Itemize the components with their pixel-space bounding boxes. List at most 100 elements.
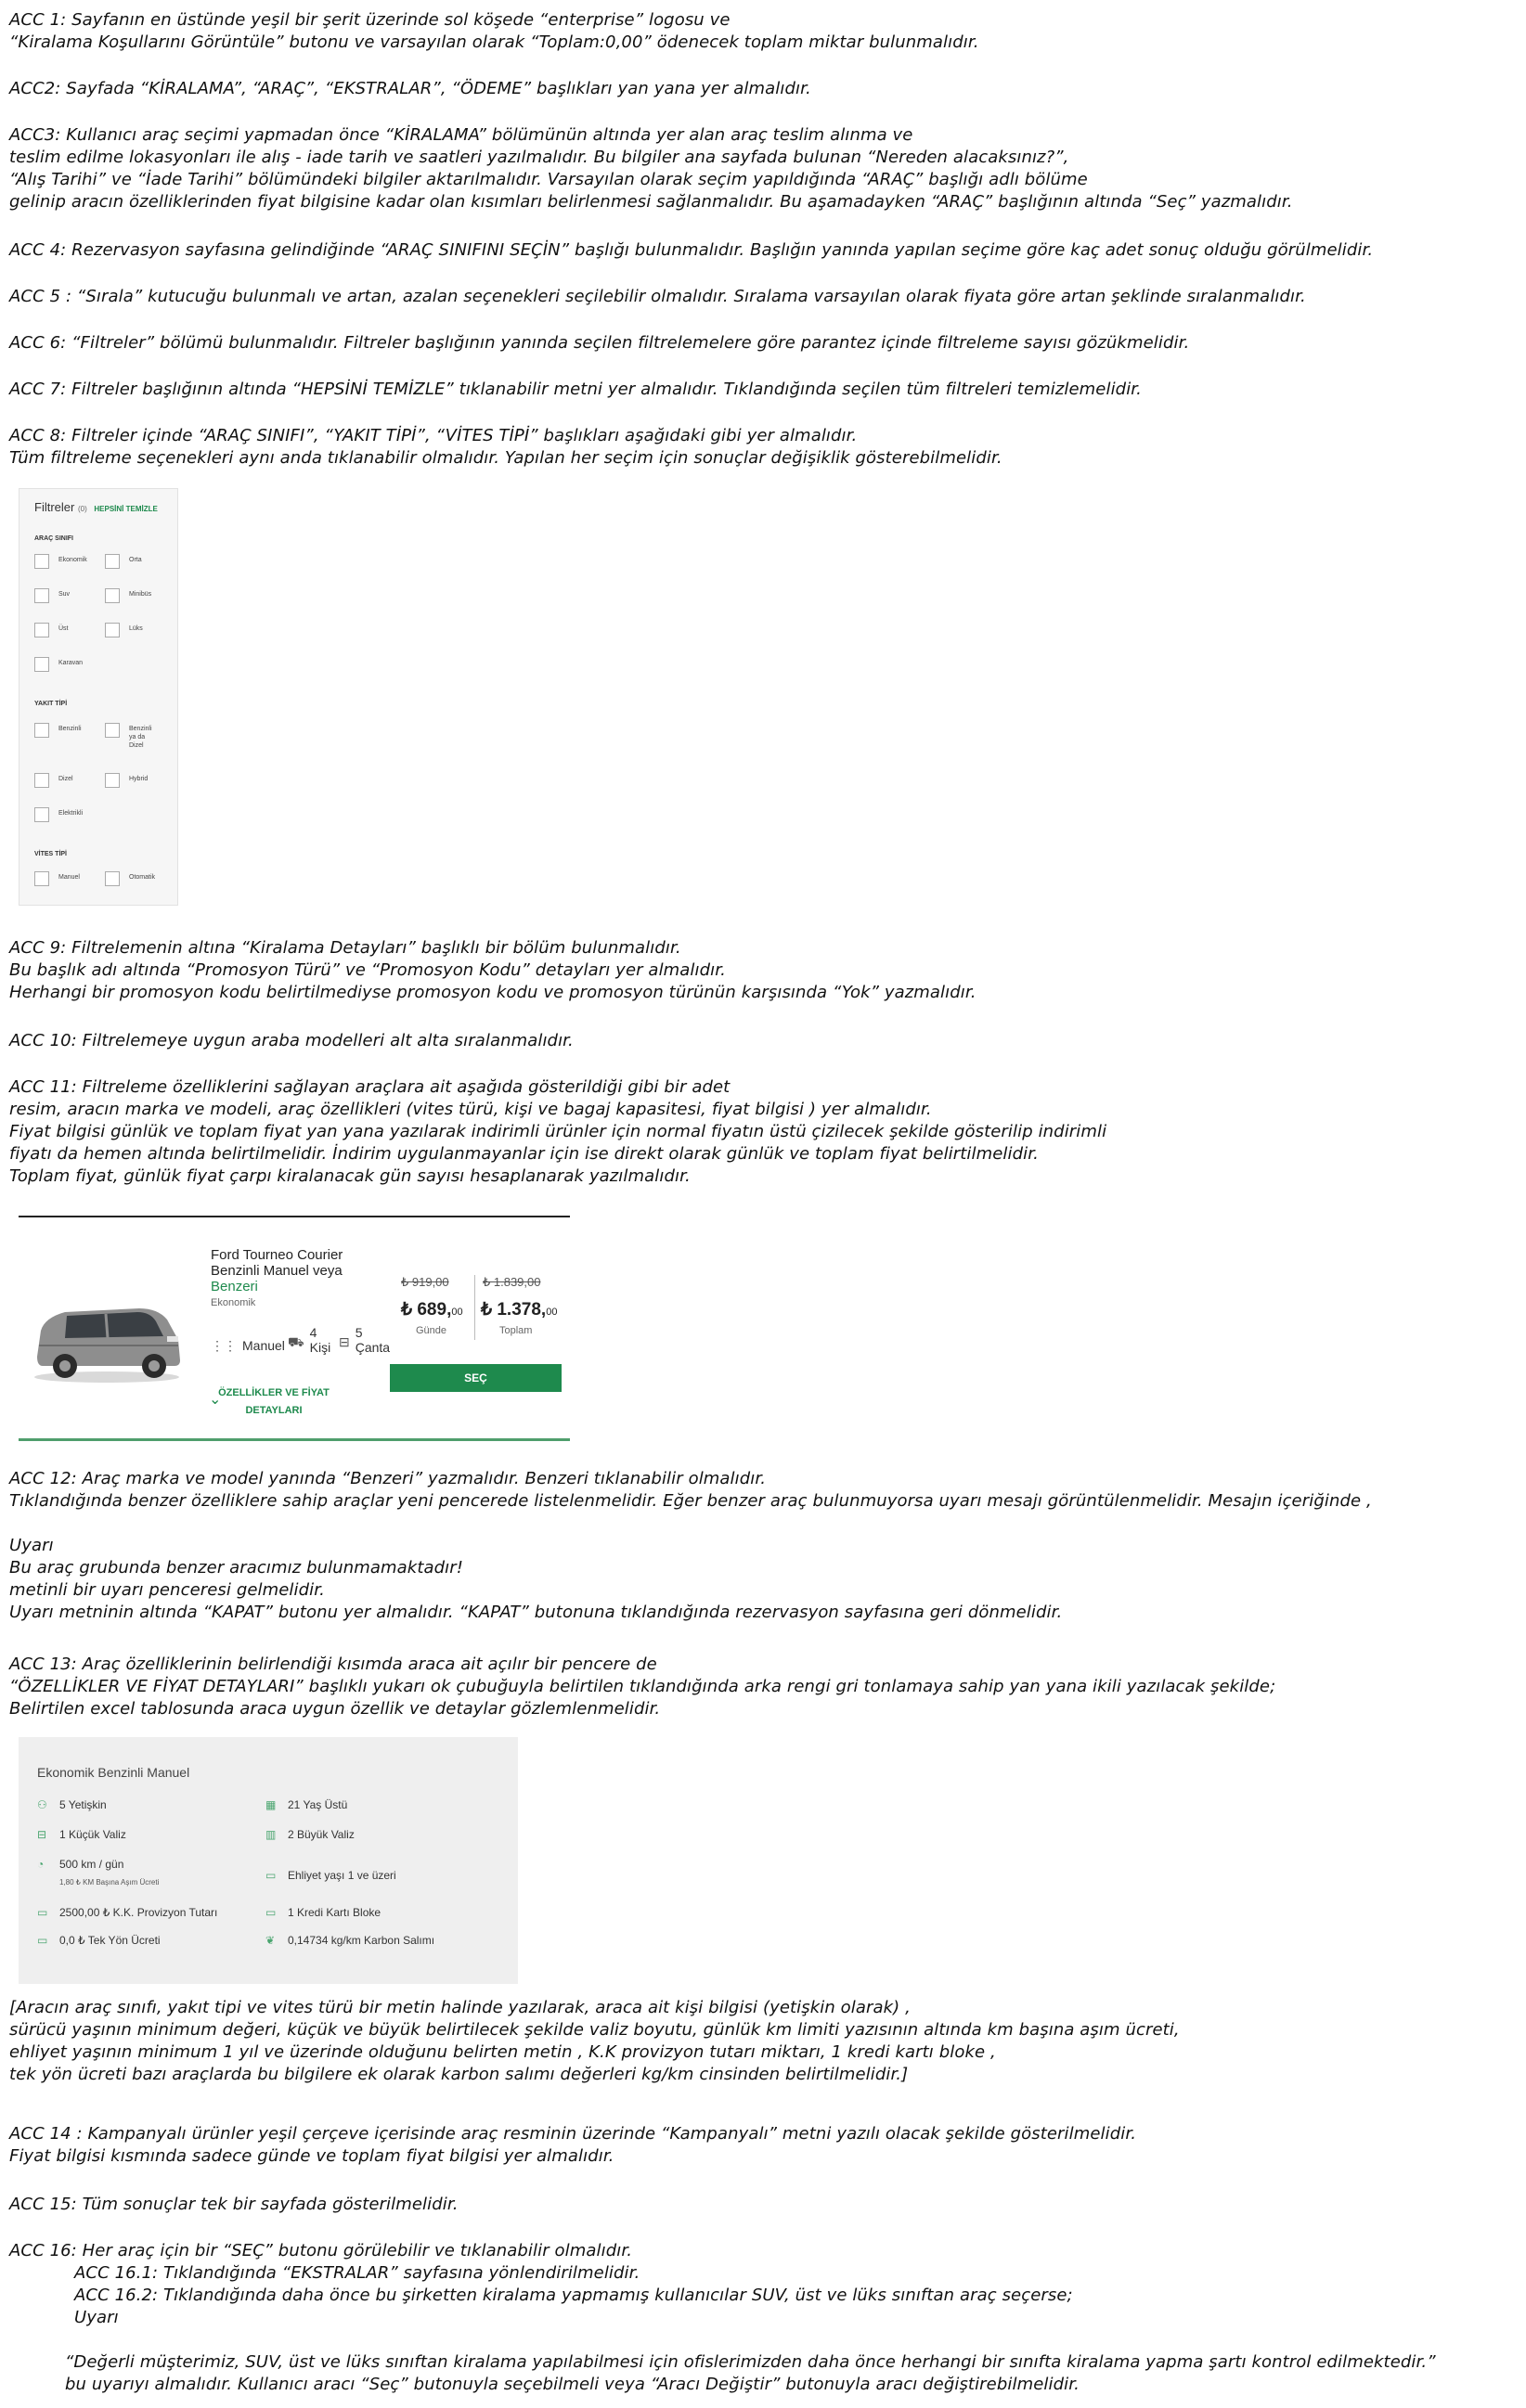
checkbox[interactable] bbox=[105, 623, 120, 637]
filter-option-orta[interactable]: Orta bbox=[105, 554, 142, 569]
acc-3-line-2: teslim edilme lokasyonları ile alış - ia… bbox=[9, 148, 1069, 167]
filter-title: Filtreler bbox=[34, 500, 75, 514]
daily-new-price: ₺ 689,00 bbox=[401, 1299, 463, 1320]
small-bag-item: ⊟ 1 Küçük Valiz bbox=[37, 1828, 126, 1841]
filter-option-benzinli-ya-da-dizel[interactable]: Benzinli ya da Dizel bbox=[105, 723, 155, 750]
acc-1-line-1: ACC 1: Sayfanın en üstünde yeşil bir şer… bbox=[9, 10, 731, 30]
checkbox[interactable] bbox=[34, 773, 49, 788]
km-limit-item: ◔ 500 km / gün 1,80 ₺ KM Başına Aşım Ücret… bbox=[37, 1858, 159, 1886]
checkbox[interactable] bbox=[105, 773, 120, 788]
acc-3-line-4: gelinip aracın özelliklerinden fiyat bil… bbox=[9, 192, 1293, 212]
acc-9-line-1: ACC 9: Filtrelemenin altına “Kiralama De… bbox=[9, 938, 681, 958]
features-and-price-details-toggle[interactable]: ÖZELLİKLER VE FİYAT DETAYLARI bbox=[204, 1384, 343, 1420]
checkbox[interactable] bbox=[34, 554, 49, 569]
daily-old-price: ₺ 919,00 bbox=[401, 1275, 449, 1289]
acc-3: ACC3: Kullanıcı araç seçimi yapmadan önc… bbox=[9, 124, 1507, 213]
gear-shift-icon: ⋮⋮ bbox=[211, 1338, 237, 1353]
car-name-line-1: Ford Tourneo Courier bbox=[211, 1247, 343, 1263]
similar-link[interactable]: Benzeri bbox=[211, 1279, 258, 1294]
filter-option-ekonomik[interactable]: Ekonomik bbox=[34, 554, 87, 569]
license-text: Ehliyet yaşı 1 ve üzeri bbox=[288, 1869, 396, 1882]
clear-all-filters-link[interactable]: HEPSİNİ TEMİZLE bbox=[94, 505, 157, 513]
acc-9: ACC 9: Filtrelemenin altına “Kiralama De… bbox=[9, 937, 1507, 1004]
bags-text: 5 Çanta bbox=[356, 1325, 390, 1355]
filter-option-dizel[interactable]: Dizel bbox=[34, 773, 73, 788]
license-item: ▭ Ehliyet yaşı 1 ve üzeri bbox=[265, 1869, 396, 1882]
age-item: ▦ 21 Yaş Üstü bbox=[265, 1798, 347, 1811]
filter-option-benzinli[interactable]: Benzinli bbox=[34, 723, 82, 738]
daily-new-price-main: ₺ 689, bbox=[401, 1300, 452, 1320]
filter-option-ust[interactable]: Üst bbox=[34, 623, 69, 637]
filter-header: Filtreler (0) HEPSİNİ TEMİZLE bbox=[34, 500, 158, 514]
acc-3-line-3: “Alış Tarihi” ve “İade Tarihi” bölümünde… bbox=[9, 170, 1088, 189]
acc-12-line-6: Uyarı metninin altında “KAPAT” butonu ye… bbox=[9, 1603, 1063, 1622]
acc-13: ACC 13: Araç özelliklerinin belirlendiği… bbox=[9, 1654, 1507, 1720]
option-label: Elektrikli bbox=[58, 810, 84, 817]
checkbox[interactable] bbox=[105, 588, 120, 603]
car-class-label: Ekonomik bbox=[211, 1297, 256, 1308]
acc-1: ACC 1: Sayfanın en üstünde yeşil bir şer… bbox=[9, 9, 1507, 54]
filter-panel: Filtreler (0) HEPSİNİ TEMİZLE ARAÇ SINIF… bbox=[19, 488, 178, 906]
checkbox[interactable] bbox=[34, 623, 49, 637]
acc-13-note-line-4: tek yön ücreti bazı araçlarda bu bilgile… bbox=[9, 2065, 909, 2084]
acc-5-line-1: ACC 5 : “Sırala” kutucuğu bulunmalı ve a… bbox=[9, 287, 1306, 306]
acc-15-line-1: ACC 15: Tüm sonuçlar tek bir sayfada gös… bbox=[9, 2195, 459, 2214]
car-name: Ford Tourneo Courier Benzinli Manuel vey… bbox=[211, 1247, 343, 1279]
gear-type-heading: VİTES TİPİ bbox=[34, 851, 68, 857]
option-label: Dizel bbox=[58, 776, 73, 782]
filter-option-elektrikli[interactable]: Elektrikli bbox=[34, 807, 83, 822]
acc-3-line-1: ACC3: Kullanıcı araç seçimi yapmadan önc… bbox=[9, 125, 913, 145]
checkbox[interactable] bbox=[34, 871, 49, 886]
acc-11-line-3: Fiyat bilgisi günlük ve toplam fiyat yan… bbox=[9, 1122, 1107, 1141]
acc-14-line-2: Fiyat bilgisi kısmında sadece günde ve t… bbox=[9, 2146, 614, 2166]
gear-feature: ⋮⋮ Manuel bbox=[211, 1338, 285, 1354]
acc-12-line-1: ACC 12: Araç marka ve model yanında “Ben… bbox=[9, 1469, 767, 1488]
car-name-line-2: Benzinli Manuel veya bbox=[211, 1263, 343, 1279]
big-bag-text: 2 Büyük Valiz bbox=[288, 1828, 355, 1841]
calendar-icon: ▦ bbox=[265, 1798, 277, 1811]
acc-4-line-1: ACC 4: Rezervasyon sayfasına gelindiğind… bbox=[9, 240, 1374, 260]
checkbox[interactable] bbox=[34, 807, 49, 822]
acc-5: ACC 5 : “Sırala” kutucuğu bulunmalı ve a… bbox=[9, 286, 1507, 308]
filter-option-suv[interactable]: Suv bbox=[34, 588, 70, 603]
acc-13-note: [Aracın araç sınıfı, yakıt tipi ve vites… bbox=[9, 1997, 1507, 2086]
filter-option-minibus[interactable]: Minibüs bbox=[105, 588, 151, 603]
small-bag-text: 1 Küçük Valiz bbox=[59, 1828, 126, 1841]
checkbox[interactable] bbox=[34, 588, 49, 603]
acc-11-line-4: fiyatı da hemen altında belirtilmelidir.… bbox=[9, 1144, 1039, 1164]
filter-option-otomatik[interactable]: Otomatik bbox=[105, 871, 155, 886]
checkbox[interactable] bbox=[105, 554, 120, 569]
checkbox[interactable] bbox=[105, 871, 120, 886]
vehicle-class-heading: ARAÇ SINIFI bbox=[34, 535, 73, 542]
km-text: 500 km / gün 1,80 ₺ KM Başına Aşım Ücreti bbox=[59, 1858, 159, 1886]
bags-label: Çanta bbox=[355, 1340, 391, 1355]
acc-8-line-2: Tüm filtreleme seçenekleri aynı anda tık… bbox=[9, 448, 1002, 468]
daily-new-price-decimals: 00 bbox=[451, 1307, 463, 1318]
card-top-divider bbox=[19, 1216, 570, 1217]
license-card-icon: ▭ bbox=[265, 1869, 277, 1882]
acc-16-line-2: ACC 16.1: Tıklandığında “EKSTRALAR” sayf… bbox=[74, 2263, 640, 2283]
checkbox[interactable] bbox=[34, 657, 49, 672]
acc-16-line-6: bu uyarıyı almalıdır. Kullanıcı aracı “S… bbox=[65, 2375, 1080, 2394]
checkbox[interactable] bbox=[34, 723, 49, 738]
fuel-type-heading: YAKIT TİPİ bbox=[34, 701, 68, 707]
acc-12-line-4: Bu araç grubunda benzer aracımız bulunma… bbox=[9, 1558, 464, 1577]
features-details-panel: Ekonomik Benzinli Manuel ⚇ 5 Yetişkin ▦ 21… bbox=[19, 1737, 518, 1984]
acc-16-line-1: ACC 16: Her araç için bir “SEÇ” butonu g… bbox=[9, 2241, 633, 2260]
filter-option-manuel[interactable]: Manuel bbox=[34, 871, 80, 886]
total-new-price-main: ₺ 1.378, bbox=[481, 1300, 547, 1320]
option-label: Minibüs bbox=[129, 591, 152, 598]
gear-label: Manuel bbox=[242, 1338, 285, 1353]
acc-13-line-2: “ÖZELLİKLER VE FİYAT DETAYLARI” başlıklı… bbox=[9, 1677, 1276, 1696]
acc-9-line-2: Bu başlık adı altında “Promosyon Türü” v… bbox=[9, 960, 726, 980]
persons-count: 4 bbox=[309, 1325, 317, 1340]
filter-option-luks[interactable]: Lüks bbox=[105, 623, 143, 637]
filter-option-hybrid[interactable]: Hybrid bbox=[105, 773, 148, 788]
filter-option-karavan[interactable]: Karavan bbox=[34, 657, 83, 672]
acc-6-line-1: ACC 6: “Filtreler” bölümü bulunmalıdır. … bbox=[9, 333, 1190, 353]
checkbox[interactable] bbox=[105, 723, 120, 738]
option-label: Üst bbox=[58, 625, 69, 632]
acc-10-line-1: ACC 10: Filtrelemeye uygun araba modelle… bbox=[9, 1031, 574, 1050]
select-button[interactable]: SEÇ bbox=[390, 1364, 562, 1392]
option-label: Orta bbox=[129, 557, 142, 563]
